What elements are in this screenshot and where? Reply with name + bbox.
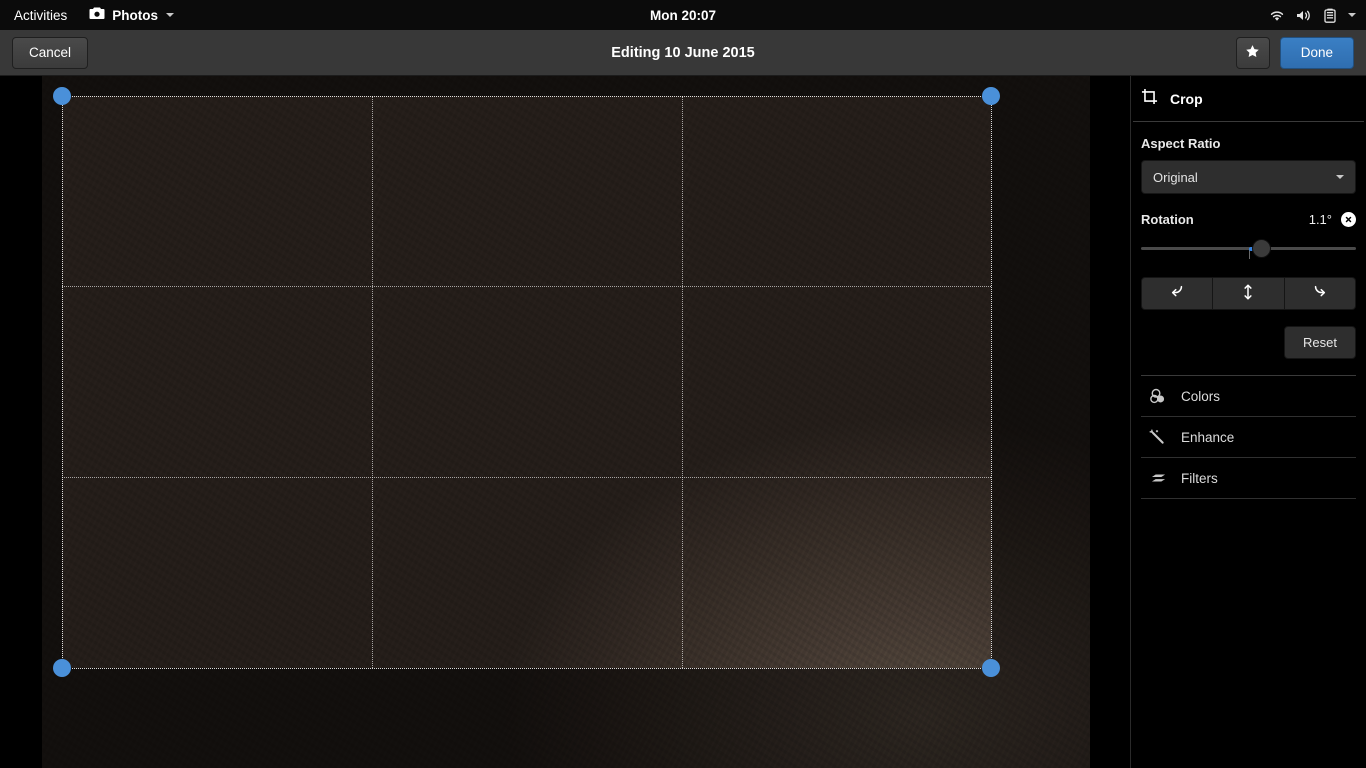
enhance-wand-icon <box>1149 428 1168 446</box>
sidebar-item-filters[interactable]: Filters <box>1141 458 1356 499</box>
clock[interactable]: Mon 20:07 <box>0 8 1366 23</box>
edit-sidebar: Crop Aspect Ratio Original Rotation 1.1° <box>1130 76 1366 768</box>
photo-canvas[interactable] <box>0 76 1130 768</box>
favorite-button[interactable] <box>1235 36 1270 69</box>
filters-icon <box>1149 470 1168 487</box>
crop-handle-top-right[interactable] <box>982 87 1000 105</box>
sidebar-item-label: Filters <box>1181 470 1218 486</box>
chevron-down-icon <box>1336 175 1344 179</box>
camera-icon <box>89 7 105 23</box>
crop-handle-bottom-left[interactable] <box>53 659 71 677</box>
star-icon <box>1245 44 1260 62</box>
system-tray[interactable] <box>1269 0 1356 30</box>
header-actions: Done <box>1235 36 1354 69</box>
page-title: Editing 10 June 2015 <box>611 44 755 61</box>
cancel-button[interactable]: Cancel <box>12 36 89 69</box>
rotate-right-button[interactable] <box>1284 277 1356 310</box>
reset-row: Reset <box>1141 326 1356 375</box>
sidebar-item-label: Colors <box>1181 388 1221 404</box>
rotation-slider[interactable] <box>1141 237 1356 259</box>
done-button[interactable]: Done <box>1279 36 1354 69</box>
rotation-clear-button[interactable] <box>1341 212 1356 227</box>
chevron-down-icon <box>166 13 175 17</box>
rotation-value-group: 1.1° <box>1309 212 1356 227</box>
wifi-icon <box>1269 9 1285 22</box>
aspect-ratio-label: Aspect Ratio <box>1141 136 1221 151</box>
rotation-value: 1.1° <box>1308 212 1332 227</box>
rotate-left-icon <box>1169 284 1185 303</box>
crop-handle-bottom-right[interactable] <box>982 659 1000 677</box>
flip-vertical-button[interactable] <box>1213 277 1285 310</box>
rotation-label: Rotation <box>1141 212 1194 227</box>
gnome-top-bar: Activities Photos Mon 20:07 <box>0 0 1366 30</box>
colors-icon <box>1149 388 1168 405</box>
aspect-ratio-select[interactable]: Original <box>1141 160 1356 194</box>
sidebar-item-label: Enhance <box>1181 429 1235 445</box>
sidebar-item-colors[interactable]: Colors <box>1141 376 1356 417</box>
chevron-down-icon[interactable] <box>1348 13 1356 17</box>
volume-icon <box>1296 9 1313 22</box>
app-menu-label: Photos <box>112 7 159 23</box>
activities-button[interactable]: Activities <box>0 8 81 23</box>
rotation-row: Rotation 1.1° <box>1141 212 1356 227</box>
app-header-bar: Cancel Editing 10 June 2015 Done <box>0 30 1366 76</box>
aspect-ratio-value: Original <box>1153 169 1198 185</box>
app-menu-photos[interactable]: Photos <box>81 7 182 23</box>
rotate-left-button[interactable] <box>1141 277 1214 310</box>
crop-section-body: Aspect Ratio Original Rotation 1.1° Rese… <box>1133 122 1364 375</box>
rotation-slider-handle[interactable] <box>1252 239 1271 258</box>
flip-vertical-icon <box>1240 284 1256 303</box>
main-area: Crop Aspect Ratio Original Rotation 1.1° <box>0 76 1366 768</box>
crop-icon <box>1141 88 1158 110</box>
transform-button-group <box>1141 277 1356 310</box>
reset-button[interactable]: Reset <box>1284 326 1356 359</box>
photo-image <box>42 76 1090 768</box>
crop-section-header[interactable]: Crop <box>1133 76 1364 122</box>
battery-icon <box>1324 8 1336 23</box>
crop-handle-top-left[interactable] <box>53 87 71 105</box>
crop-section-title: Crop <box>1170 90 1203 107</box>
sidebar-item-enhance[interactable]: Enhance <box>1141 417 1356 458</box>
rotate-right-icon <box>1312 284 1328 303</box>
